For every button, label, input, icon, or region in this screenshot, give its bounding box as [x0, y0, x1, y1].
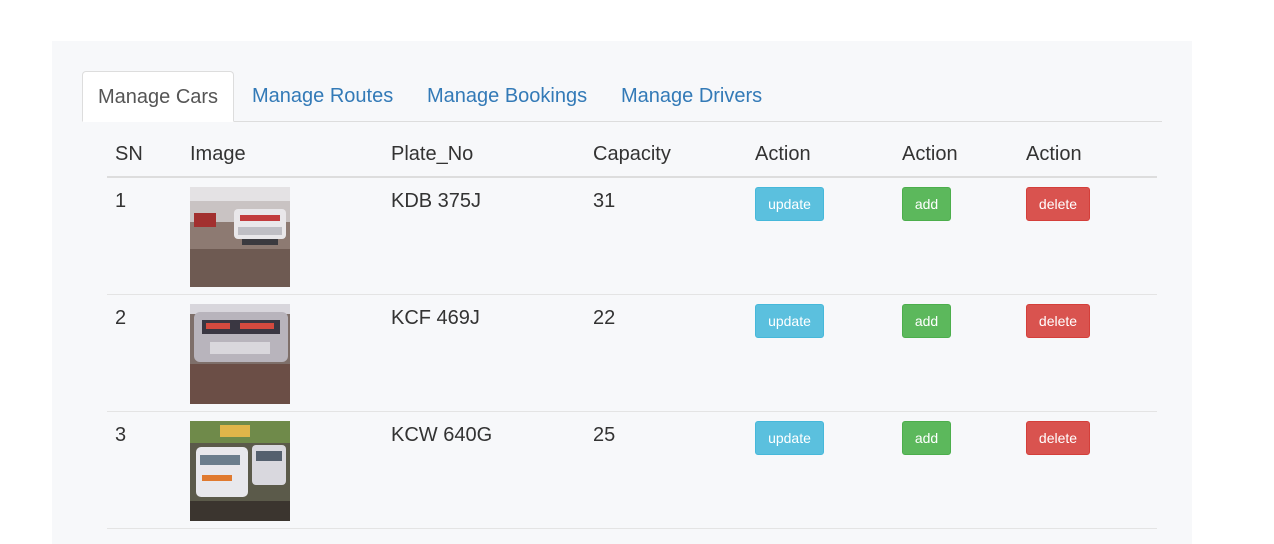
delete-button[interactable]: delete	[1026, 421, 1090, 455]
table-row: 2 KCF 469J 22 update add delete	[107, 295, 1157, 412]
update-button[interactable]: update	[755, 421, 824, 455]
cell-plate-no: KCF 469J	[391, 307, 480, 329]
manage-panel: Manage Cars Manage Routes Manage Booking…	[52, 41, 1192, 544]
cell-plate-no: KCW 640G	[391, 424, 493, 446]
add-button[interactable]: add	[902, 187, 951, 221]
header-image: Image	[190, 143, 246, 165]
cell-sn: 2	[115, 307, 127, 329]
cars-table: SN Image Plate_No Capacity Action Action…	[107, 121, 1157, 529]
header-action-add: Action	[902, 143, 958, 165]
update-button[interactable]: update	[755, 304, 824, 338]
cell-capacity: 25	[593, 424, 616, 446]
cell-capacity: 22	[593, 307, 616, 329]
header-action-update: Action	[755, 143, 811, 165]
cell-capacity: 31	[593, 190, 616, 212]
cell-plate-no: KDB 375J	[391, 190, 482, 212]
add-button[interactable]: add	[902, 421, 951, 455]
header-action-delete: Action	[1026, 143, 1082, 165]
cell-sn: 1	[115, 190, 127, 212]
update-button[interactable]: update	[755, 187, 824, 221]
cell-sn: 3	[115, 424, 127, 446]
tab-manage-cars[interactable]: Manage Cars	[82, 71, 234, 122]
table-row: 1 KDB 375J 31 update add delete	[107, 178, 1157, 295]
car-image	[190, 187, 290, 287]
delete-button[interactable]: delete	[1026, 304, 1090, 338]
table-row: 3 KCW 640G 25 update add delete	[107, 412, 1157, 529]
tab-manage-routes[interactable]: Manage Routes	[252, 71, 393, 121]
tab-manage-bookings[interactable]: Manage Bookings	[427, 71, 587, 121]
tab-manage-drivers[interactable]: Manage Drivers	[621, 71, 762, 121]
car-image	[190, 421, 290, 521]
car-image	[190, 304, 290, 404]
table-header: SN Image Plate_No Capacity Action Action…	[107, 121, 1157, 178]
nav-tabs: Manage Cars Manage Routes Manage Booking…	[82, 71, 1162, 122]
delete-button[interactable]: delete	[1026, 187, 1090, 221]
add-button[interactable]: add	[902, 304, 951, 338]
header-capacity: Capacity	[593, 143, 671, 165]
header-sn: SN	[115, 143, 143, 165]
header-plate-no: Plate_No	[391, 143, 474, 165]
